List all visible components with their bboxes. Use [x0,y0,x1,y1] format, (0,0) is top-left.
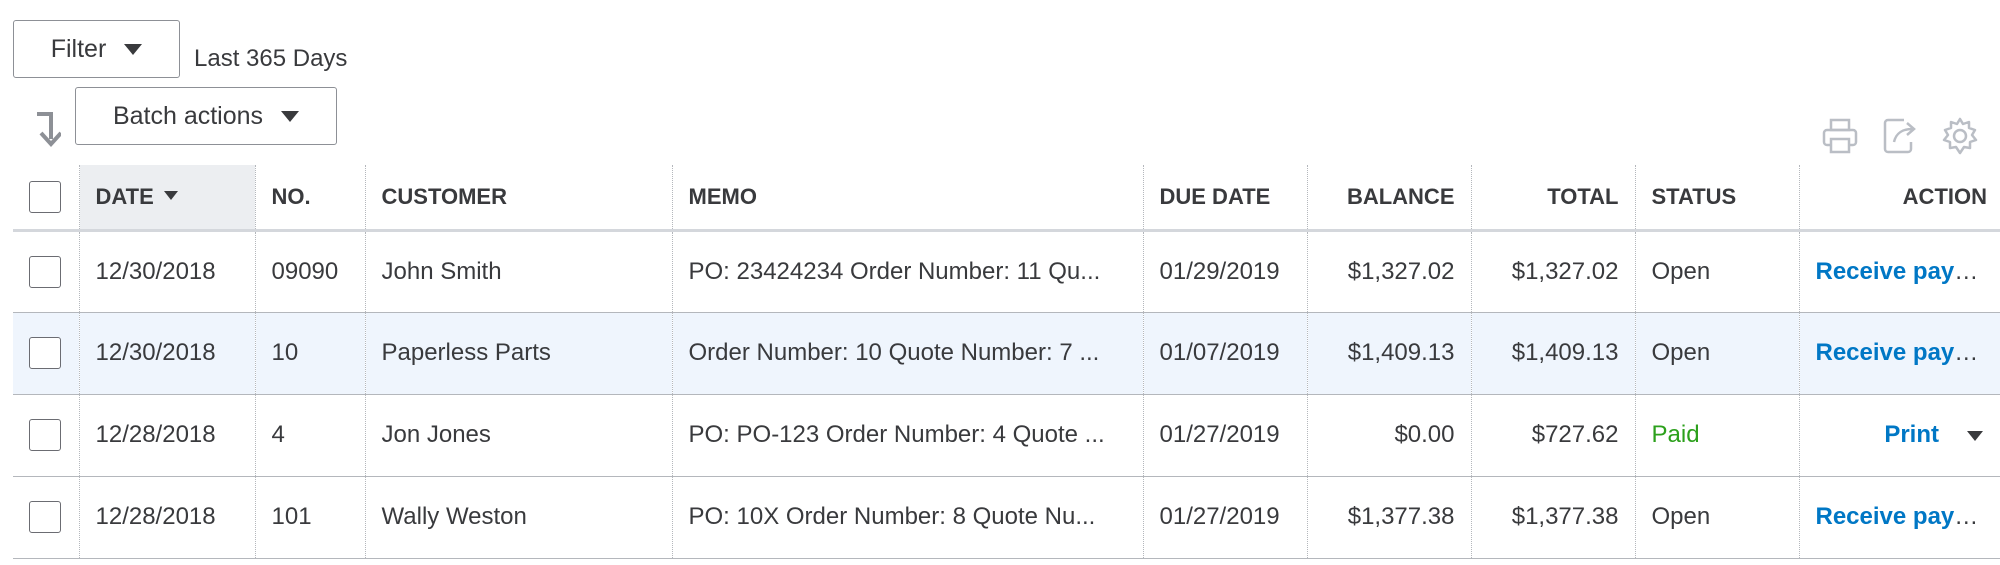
cell-status: Open [1634,312,1799,394]
table-row[interactable]: 12/30/2018 10 Paperless Parts Order Numb… [13,312,2000,394]
cell-date: 12/30/2018 [78,312,255,394]
column-header-action: ACTION [1798,165,2000,232]
row-checkbox[interactable] [29,419,61,451]
receive-payment-link[interactable]: Receive payment [1816,339,2000,366]
cell-due-date: 01/07/2019 [1142,312,1307,394]
cell-customer: Paperless Parts [364,312,672,394]
select-all-cell [13,165,79,232]
cell-total: $1,327.02 [1470,230,1635,312]
cell-memo: PO: 23424234 Order Number: 11 Qu... [671,230,1143,312]
cell-balance: $1,409.13 [1306,312,1471,394]
cell-status: Open [1634,230,1799,312]
chevron-down-icon[interactable] [1967,430,1983,441]
cell-customer: John Smith [364,230,672,312]
row-checkbox[interactable] [29,501,61,533]
filter-label: Filter [50,34,107,63]
cell-balance: $1,377.38 [1306,476,1471,558]
cell-due-date: 01/27/2019 [1142,394,1307,476]
column-header-customer[interactable]: CUSTOMER [364,165,672,232]
cell-no: 10 [254,312,365,394]
cell-balance: $0.00 [1306,394,1471,476]
cell-total: $1,409.13 [1470,312,1635,394]
cell-date: 12/30/2018 [78,230,255,312]
chevron-down-icon [281,110,300,122]
cell-balance: $1,327.02 [1306,230,1471,312]
receive-payment-link[interactable]: Receive payment [1816,258,2000,285]
column-header-memo[interactable]: MEMO [671,165,1143,232]
export-icon[interactable] [1880,116,1920,156]
cell-no: 09090 [254,230,365,312]
cell-memo: PO: 10X Order Number: 8 Quote Nu... [671,476,1143,558]
batch-actions-label: Batch actions [112,101,264,130]
cell-due-date: 01/27/2019 [1142,476,1307,558]
table-header-row: DATE NO. CUSTOMER MEMO DUE DATE BALANCE … [13,165,2000,232]
date-range-label: Last 365 Days [194,45,348,72]
sort-down-icon [163,191,178,201]
table-row[interactable]: 12/30/2018 09090 John Smith PO: 23424234… [13,230,2000,312]
chevron-down-icon [124,43,143,55]
cell-no: 4 [254,394,365,476]
column-header-no[interactable]: NO. [254,165,365,232]
cell-date: 12/28/2018 [78,476,255,558]
table-row[interactable]: 12/28/2018 4 Jon Jones PO: PO-123 Order … [13,394,2000,476]
cell-due-date: 01/29/2019 [1142,230,1307,312]
settings-icon[interactable] [1940,116,1980,156]
sort-arrow-icon[interactable] [33,111,61,147]
row-checkbox[interactable] [29,337,61,369]
cell-status: Open [1634,476,1799,558]
print-link[interactable]: Print [1884,421,1939,448]
column-header-due-date[interactable]: DUE DATE [1142,165,1307,232]
print-icon[interactable] [1820,116,1860,156]
row-checkbox[interactable] [29,255,61,288]
column-header-date[interactable]: DATE [78,165,255,232]
invoice-table: DATE NO. CUSTOMER MEMO DUE DATE BALANCE … [13,165,2000,559]
batch-actions-button[interactable]: Batch actions [75,87,337,145]
cell-memo: Order Number: 10 Quote Number: 7 ... [671,312,1143,394]
receive-payment-link[interactable]: Receive payment [1816,503,2000,530]
cell-customer: Jon Jones [364,394,672,476]
cell-memo: PO: PO-123 Order Number: 4 Quote ... [671,394,1143,476]
filter-button[interactable]: Filter [13,20,180,78]
cell-no: 101 [254,476,365,558]
cell-date: 12/28/2018 [78,394,255,476]
column-header-balance[interactable]: BALANCE [1306,165,1471,232]
cell-total: $727.62 [1470,394,1635,476]
select-all-checkbox[interactable] [29,180,61,213]
table-row[interactable]: 12/28/2018 101 Wally Weston PO: 10X Orde… [13,476,2000,558]
cell-status: Paid [1634,394,1799,476]
cell-total: $1,377.38 [1470,476,1635,558]
column-header-total[interactable]: TOTAL [1470,165,1635,232]
cell-customer: Wally Weston [364,476,672,558]
column-header-status[interactable]: STATUS [1634,165,1799,232]
